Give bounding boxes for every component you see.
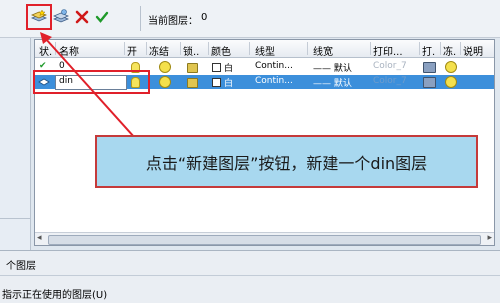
col-color[interactable]: 颜色 — [211, 43, 231, 58]
new-vp-frozen-layer-button[interactable] — [53, 9, 69, 25]
scroll-left-arrow-icon[interactable]: ◂ — [37, 233, 42, 243]
layer-list-header: 状. 名称 开 冻结 锁.. 颜色 线型 线宽 打印... 打. 冻. 说明 — [35, 40, 494, 58]
layer-count-text: 个图层 — [6, 261, 36, 272]
delete-layer-button[interactable] — [74, 9, 90, 25]
highlight-new-layer-button — [26, 4, 52, 30]
filter-tree-divider — [0, 218, 30, 219]
col-plot[interactable]: 打. — [422, 43, 435, 58]
unlock-icon[interactable] — [187, 63, 198, 73]
color-name[interactable]: 白 — [224, 61, 233, 74]
printer-icon[interactable] — [423, 62, 436, 73]
toolbar: 当前图层： 0 — [0, 0, 500, 38]
thaw-sun-icon[interactable] — [159, 76, 171, 88]
linetype[interactable]: Contin... — [255, 76, 293, 86]
current-layer-value: 0 — [201, 12, 208, 23]
filter-tree-panel[interactable] — [0, 38, 31, 250]
lineweight[interactable]: —— 默认 — [313, 76, 352, 89]
color-swatch[interactable] — [212, 78, 221, 87]
col-vpfreeze[interactable]: 冻. — [443, 43, 456, 58]
unlock-icon[interactable] — [187, 78, 198, 88]
color-swatch[interactable] — [212, 63, 221, 72]
status-area: 个图层 指示正在使用的图层(U) — [0, 250, 500, 303]
in-use-indicator-checkbox-label[interactable]: 指示正在使用的图层(U) — [2, 286, 107, 301]
vp-freeze-icon[interactable] — [445, 61, 457, 73]
col-description[interactable]: 说明 — [463, 43, 483, 58]
current-layer-label: 当前图层： — [148, 16, 198, 27]
col-status[interactable]: 状. — [39, 43, 52, 58]
col-plotstyle[interactable]: 打印... — [373, 43, 403, 58]
highlight-new-layer-row — [33, 70, 150, 94]
horizontal-scrollbar[interactable]: ◂ ▸ — [35, 232, 494, 245]
col-freeze[interactable]: 冻结 — [149, 43, 169, 58]
vp-freeze-icon[interactable] — [445, 76, 457, 88]
set-current-button[interactable] — [94, 9, 110, 25]
col-linetype[interactable]: 线型 — [255, 43, 275, 58]
layer-stack-icon — [53, 9, 69, 23]
col-lock[interactable]: 锁.. — [183, 43, 199, 58]
thaw-sun-icon[interactable] — [159, 61, 171, 73]
instruction-callout: 点击“新建图层”按钮，新建一个din图层 — [95, 135, 478, 188]
printer-icon[interactable] — [423, 77, 436, 88]
toolbar-separator — [140, 6, 141, 31]
plot-style: Color_7 — [373, 61, 407, 71]
checkmark-icon — [95, 11, 109, 23]
delete-x-icon — [75, 10, 89, 24]
color-name[interactable]: 白 — [224, 76, 233, 89]
lineweight[interactable]: —— 默认 — [313, 61, 352, 74]
col-lineweight[interactable]: 线宽 — [313, 43, 333, 58]
scrollbar-thumb[interactable] — [48, 235, 481, 245]
plot-style: Color_7 — [373, 76, 407, 86]
scroll-right-arrow-icon[interactable]: ▸ — [487, 233, 492, 243]
col-name[interactable]: 名称 — [59, 43, 79, 58]
linetype[interactable]: Contin... — [255, 61, 293, 71]
instruction-callout-text: 点击“新建图层”按钮，新建一个din图层 — [145, 153, 428, 173]
col-on[interactable]: 开 — [127, 43, 137, 58]
status-divider — [0, 275, 500, 276]
